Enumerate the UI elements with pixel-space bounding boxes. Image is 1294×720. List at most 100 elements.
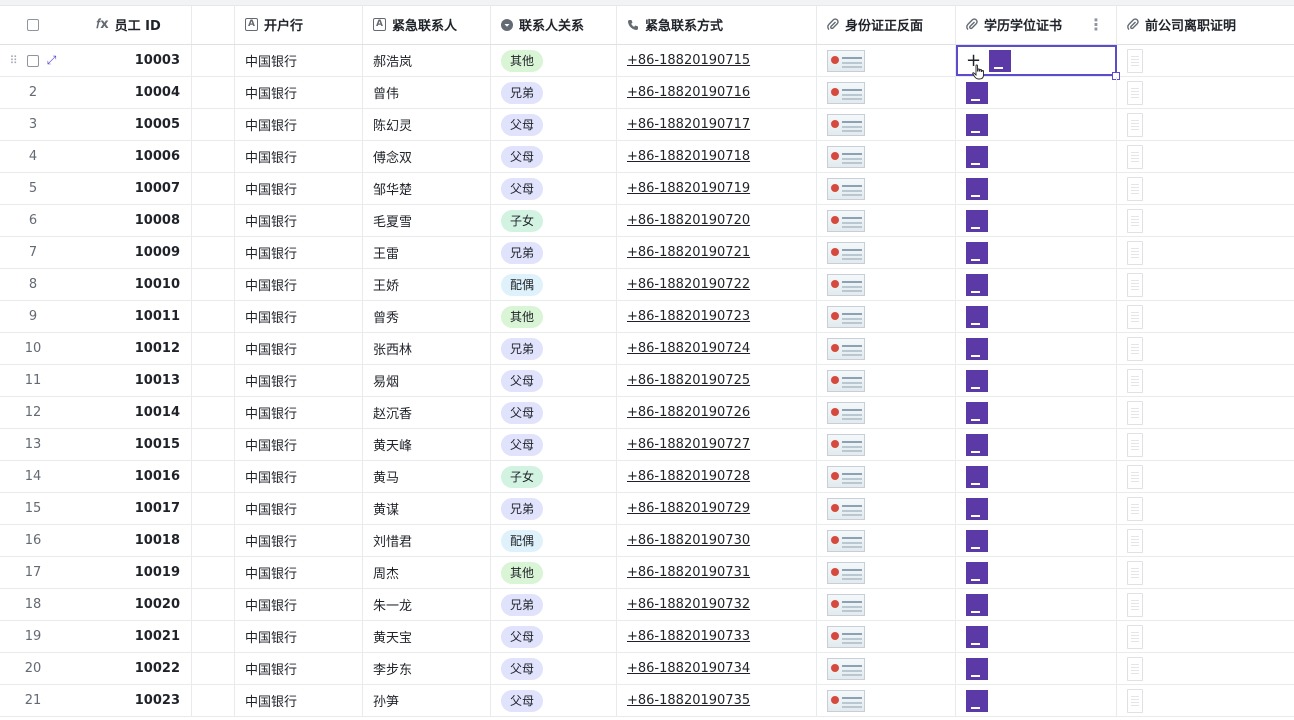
emergency-phone-cell[interactable]: +86-18820190735 xyxy=(617,685,817,716)
phone-link[interactable]: +86-18820190717 xyxy=(627,117,750,132)
emergency-contact-cell[interactable]: 王娇 xyxy=(363,269,491,300)
id-card-cell[interactable] xyxy=(817,429,956,460)
row-number-cell[interactable]: 7 xyxy=(0,237,66,268)
phone-link[interactable]: +86-18820190726 xyxy=(627,405,750,420)
degree-cert-thumbnail[interactable] xyxy=(966,337,988,360)
document-thumbnail[interactable] xyxy=(1127,208,1143,233)
id-card-thumbnail[interactable] xyxy=(827,209,865,232)
id-card-thumbnail[interactable] xyxy=(827,401,865,424)
id-card-cell[interactable] xyxy=(817,461,956,492)
degree-cert-cell[interactable] xyxy=(956,109,1117,140)
document-thumbnail[interactable] xyxy=(1127,592,1143,617)
emergency-contact-cell[interactable]: 刘惜君 xyxy=(363,525,491,556)
document-thumbnail[interactable] xyxy=(1127,560,1143,585)
emergency-phone-cell[interactable]: +86-18820190727 xyxy=(617,429,817,460)
emergency-contact-cell[interactable]: 黄天峰 xyxy=(363,429,491,460)
row-number-cell[interactable]: 10 xyxy=(0,333,66,364)
id-card-thumbnail[interactable] xyxy=(827,433,865,456)
degree-cert-thumbnail[interactable] xyxy=(989,49,1012,72)
id-card-thumbnail[interactable] xyxy=(827,273,865,296)
phone-link[interactable]: +86-18820190716 xyxy=(627,85,750,100)
row-number-cell[interactable]: 6 xyxy=(0,205,66,236)
document-thumbnail[interactable] xyxy=(1127,144,1143,169)
emergency-phone-cell[interactable]: +86-18820190721 xyxy=(617,237,817,268)
employee-id-cell[interactable]: 10006 xyxy=(66,141,192,172)
bank-cell[interactable]: 中国银行 xyxy=(235,45,363,76)
degree-cert-cell[interactable] xyxy=(956,397,1117,428)
add-attachment-icon[interactable]: + xyxy=(966,51,981,70)
row-number-cell[interactable]: 5 xyxy=(0,173,66,204)
relationship-cell[interactable]: 父母 xyxy=(491,397,617,428)
row-number-cell[interactable]: 11 xyxy=(0,365,66,396)
degree-cert-cell[interactable] xyxy=(956,589,1117,620)
degree-cert-cell[interactable] xyxy=(956,461,1117,492)
header-id-card[interactable]: 身份证正反面 xyxy=(817,5,956,44)
bank-cell[interactable]: 中国银行 xyxy=(235,493,363,524)
table-row[interactable]: 6 10008 中国银行 毛夏雪 子女 +86-18820190720 xyxy=(0,205,1294,237)
emergency-contact-cell[interactable]: 周杰 xyxy=(363,557,491,588)
id-card-thumbnail[interactable] xyxy=(827,625,865,648)
document-thumbnail[interactable] xyxy=(1127,48,1143,73)
degree-cert-thumbnail[interactable] xyxy=(966,561,988,584)
table-row[interactable]: 4 10006 中国银行 傅念双 父母 +86-18820190718 xyxy=(0,141,1294,173)
bank-cell[interactable]: 中国银行 xyxy=(235,269,363,300)
degree-cert-thumbnail[interactable] xyxy=(966,177,988,200)
row-number-cell[interactable]: 4 xyxy=(0,141,66,172)
phone-link[interactable]: +86-18820190734 xyxy=(627,661,750,676)
emergency-phone-cell[interactable]: +86-18820190716 xyxy=(617,77,817,108)
degree-cert-thumbnail[interactable] xyxy=(966,81,988,104)
employee-id-cell[interactable]: 10018 xyxy=(66,525,192,556)
resignation-cert-cell[interactable] xyxy=(1117,45,1294,76)
document-thumbnail[interactable] xyxy=(1127,624,1143,649)
phone-link[interactable]: +86-18820190720 xyxy=(627,213,750,228)
document-thumbnail[interactable] xyxy=(1127,80,1143,105)
bank-cell[interactable]: 中国银行 xyxy=(235,237,363,268)
id-card-cell[interactable] xyxy=(817,557,956,588)
id-card-thumbnail[interactable] xyxy=(827,593,865,616)
bank-cell[interactable]: 中国银行 xyxy=(235,685,363,716)
relationship-cell[interactable]: 父母 xyxy=(491,653,617,684)
id-card-thumbnail[interactable] xyxy=(827,369,865,392)
header-select-all[interactable] xyxy=(0,5,66,44)
degree-cert-thumbnail[interactable] xyxy=(966,273,988,296)
bank-cell[interactable]: 中国银行 xyxy=(235,109,363,140)
header-resignation-cert[interactable]: 前公司离职证明 xyxy=(1117,5,1294,44)
emergency-contact-cell[interactable]: 毛夏雪 xyxy=(363,205,491,236)
id-card-thumbnail[interactable] xyxy=(827,177,865,200)
id-card-thumbnail[interactable] xyxy=(827,113,865,136)
table-row[interactable]: 8 10010 中国银行 王娇 配偶 +86-18820190722 xyxy=(0,269,1294,301)
phone-link[interactable]: +86-18820190727 xyxy=(627,437,750,452)
bank-cell[interactable]: 中国银行 xyxy=(235,173,363,204)
employee-id-cell[interactable]: 10021 xyxy=(66,621,192,652)
id-card-thumbnail[interactable] xyxy=(827,465,865,488)
resignation-cert-cell[interactable] xyxy=(1117,365,1294,396)
row-checkbox[interactable] xyxy=(26,54,39,67)
degree-cert-cell[interactable] xyxy=(956,269,1117,300)
id-card-thumbnail[interactable] xyxy=(827,689,865,712)
resignation-cert-cell[interactable] xyxy=(1117,397,1294,428)
row-number-cell[interactable]: 18 xyxy=(0,589,66,620)
bank-cell[interactable]: 中国银行 xyxy=(235,365,363,396)
emergency-contact-cell[interactable]: 孙笋 xyxy=(363,685,491,716)
emergency-contact-cell[interactable]: 朱一龙 xyxy=(363,589,491,620)
degree-cert-cell[interactable]: + xyxy=(956,45,1120,80)
header-emergency-contact[interactable]: A 紧急联系人 xyxy=(363,5,491,44)
degree-cert-cell[interactable] xyxy=(956,429,1117,460)
phone-link[interactable]: +86-18820190729 xyxy=(627,501,750,516)
relationship-cell[interactable]: 配偶 xyxy=(491,269,617,300)
id-card-cell[interactable] xyxy=(817,365,956,396)
emergency-phone-cell[interactable]: +86-18820190734 xyxy=(617,653,817,684)
header-employee-id[interactable]: 𝑓x 员工 ID xyxy=(66,5,192,44)
emergency-phone-cell[interactable]: +86-18820190732 xyxy=(617,589,817,620)
id-card-cell[interactable] xyxy=(817,301,956,332)
id-card-cell[interactable] xyxy=(817,237,956,268)
emergency-contact-cell[interactable]: 黄马 xyxy=(363,461,491,492)
document-thumbnail[interactable] xyxy=(1127,336,1143,361)
document-thumbnail[interactable] xyxy=(1127,464,1143,489)
table-row[interactable]: 20 10022 中国银行 李步东 父母 +86-18820190734 xyxy=(0,653,1294,685)
degree-cert-thumbnail[interactable] xyxy=(966,241,988,264)
bank-cell[interactable]: 中国银行 xyxy=(235,589,363,620)
resignation-cert-cell[interactable] xyxy=(1117,333,1294,364)
table-row[interactable]: 18 10020 中国银行 朱一龙 兄弟 +86-18820190732 xyxy=(0,589,1294,621)
id-card-cell[interactable] xyxy=(817,493,956,524)
